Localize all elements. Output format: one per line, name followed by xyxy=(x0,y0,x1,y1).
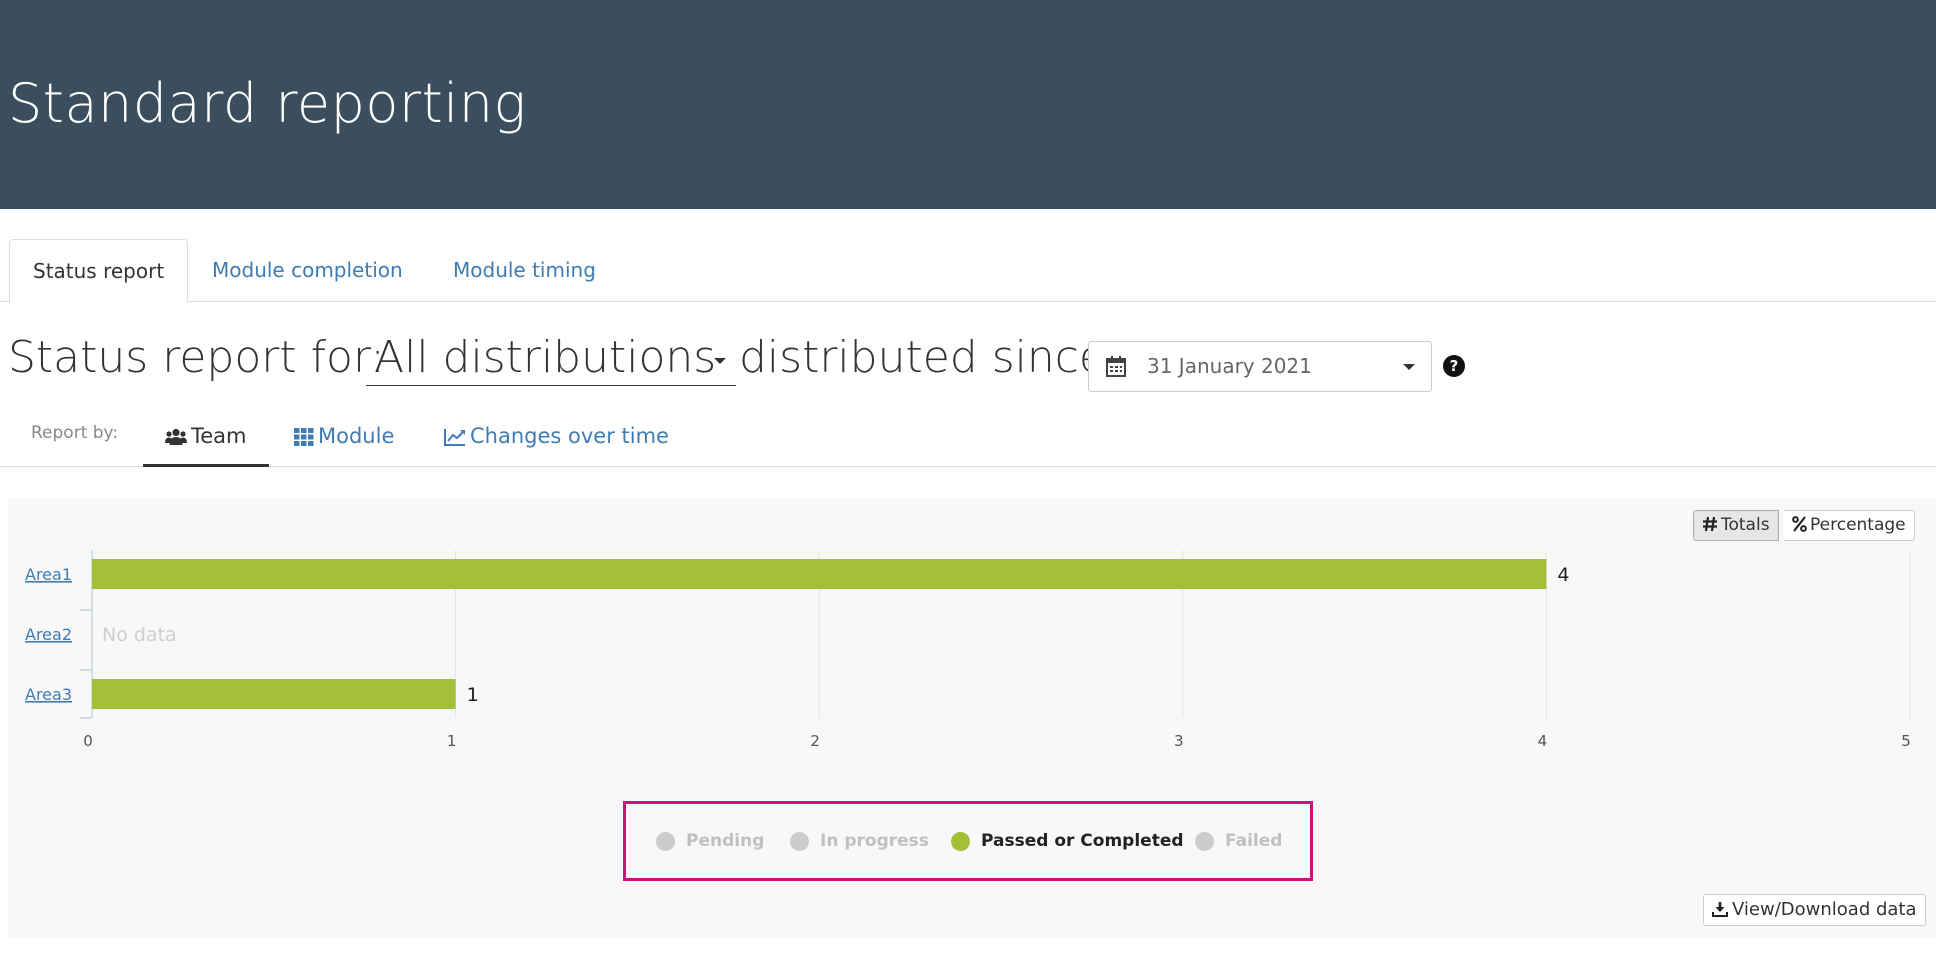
caret-down-icon xyxy=(1403,364,1415,370)
caret-down-icon xyxy=(714,358,726,364)
help-icon[interactable]: ? xyxy=(1443,355,1465,377)
legend-dot xyxy=(951,832,970,851)
grid-icon xyxy=(294,428,314,446)
no-data-label: No data xyxy=(102,624,177,646)
status-bar-chart: 0 1 2 3 4 5 Area1 4 Area2 No data Area3 1 xyxy=(25,550,1911,750)
download-icon xyxy=(1712,902,1728,917)
data-label: 1 xyxy=(467,684,479,706)
x-tick-label: 2 xyxy=(810,732,820,750)
page-title: Standard reporting xyxy=(8,72,527,135)
x-tick-label: 0 xyxy=(83,732,93,750)
date-picker[interactable]: 31 January 2021 xyxy=(1088,341,1432,392)
report-by-team[interactable]: Team xyxy=(143,415,269,467)
bar-area1[interactable] xyxy=(92,559,1547,589)
x-tick-label: 4 xyxy=(1538,732,1548,750)
users-icon xyxy=(165,428,187,445)
report-by-changes-label: Changes over time xyxy=(470,424,669,448)
report-by-module[interactable]: Module xyxy=(294,415,394,467)
chart-legend: Pending In progress Passed or Completed … xyxy=(623,801,1313,881)
x-tick-label: 5 xyxy=(1901,732,1911,750)
report-tabs: Status report Module completion Module t… xyxy=(0,239,1936,303)
data-label: 4 xyxy=(1557,564,1569,586)
report-by-label: Report by: xyxy=(31,423,119,443)
x-tick-label: 1 xyxy=(447,732,457,750)
tab-module-completion[interactable]: Module completion xyxy=(212,239,403,302)
tab-module-timing[interactable]: Module timing xyxy=(453,239,596,302)
report-by-module-label: Module xyxy=(318,424,395,448)
legend-label: In progress xyxy=(820,831,929,851)
heading-prefix: Status report for: xyxy=(8,332,386,383)
x-tick-label: 3 xyxy=(1174,732,1184,750)
calendar-icon xyxy=(1106,356,1126,377)
report-by-changes-over-time[interactable]: Changes over time xyxy=(444,415,669,467)
legend-label: Failed xyxy=(1225,831,1283,851)
report-by-team-label: Team xyxy=(191,424,247,448)
legend-label: Pending xyxy=(686,831,765,851)
legend-dot xyxy=(790,832,809,851)
category-label-area3[interactable]: Area3 xyxy=(25,685,72,704)
legend-dot xyxy=(656,832,675,851)
report-by-bar: Report by: Team Module Changes over time xyxy=(0,415,1936,467)
distribution-select[interactable]: All distributions xyxy=(366,330,736,386)
bar-area3[interactable] xyxy=(92,679,456,709)
view-download-label: View/Download data xyxy=(1732,899,1917,920)
distribution-select-value: All distributions xyxy=(374,332,717,383)
heading-middle: distributed since xyxy=(739,332,1106,383)
category-label-area2[interactable]: Area2 xyxy=(25,625,72,644)
page-banner: Standard reporting xyxy=(0,0,1936,209)
tab-status-report[interactable]: Status report xyxy=(9,239,189,303)
line-chart-icon xyxy=(444,429,465,446)
date-picker-value: 31 January 2021 xyxy=(1147,354,1312,378)
view-download-button[interactable]: View/Download data xyxy=(1703,894,1926,926)
legend-dot xyxy=(1195,832,1214,851)
category-label-area1[interactable]: Area1 xyxy=(25,565,72,584)
legend-label: Passed or Completed xyxy=(981,831,1184,851)
